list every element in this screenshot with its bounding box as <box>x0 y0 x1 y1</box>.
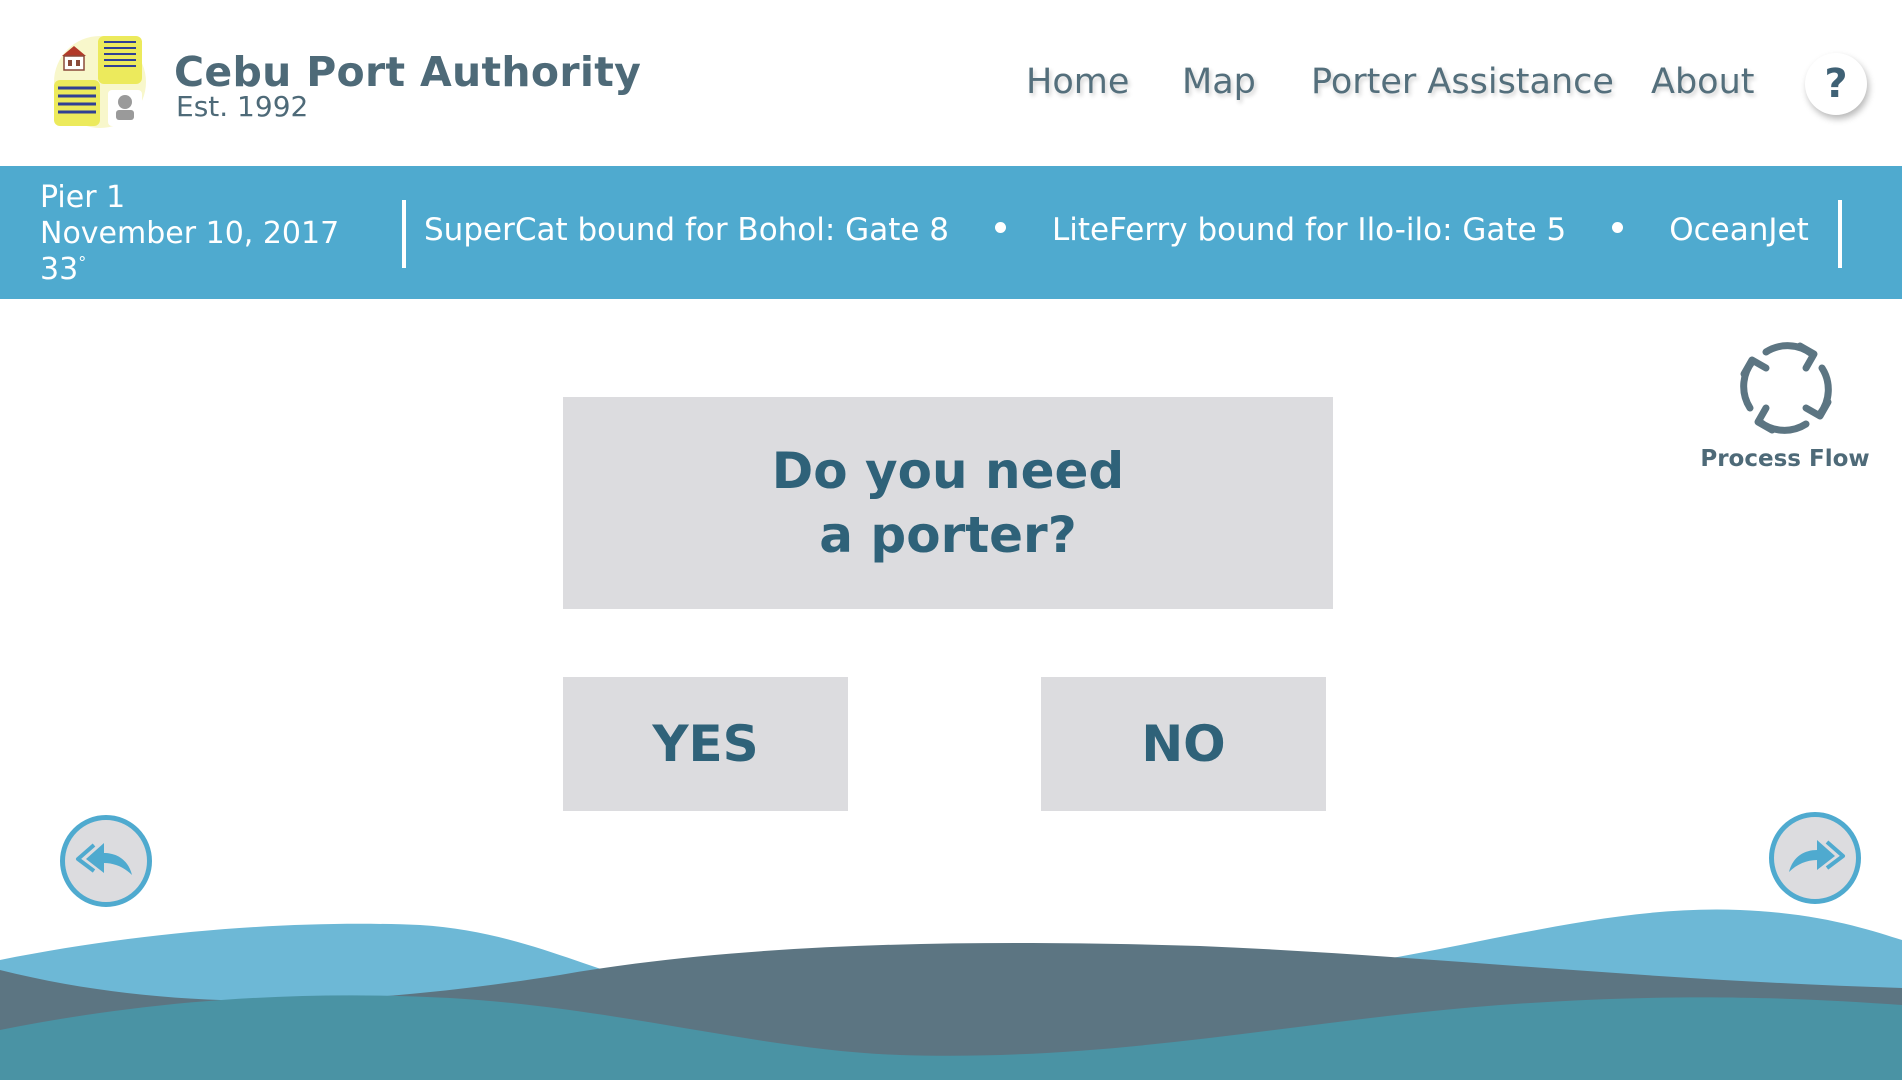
ticker-separator-dot <box>1612 222 1624 233</box>
no-button[interactable]: NO <box>1041 677 1326 811</box>
ticker-separator-dot <box>995 222 1007 233</box>
ticker-divider-left <box>402 200 406 268</box>
process-flow-label: Process Flow <box>1700 446 1870 472</box>
port-authority-logo[interactable] <box>50 32 150 132</box>
decorative-waves <box>0 909 1902 1080</box>
nav-map[interactable]: Map <box>1182 62 1256 102</box>
yes-button[interactable]: YES <box>563 677 848 811</box>
ticker-item: SuperCat bound for Bohol: Gate 8 <box>424 212 950 248</box>
info-bar: Pier 1 November 10, 2017 33° SuperCat bo… <box>0 166 1902 299</box>
question-text: Do you need a porter? <box>718 439 1178 567</box>
date-label: November 10, 2017 <box>40 216 340 251</box>
brand-subtitle: Est. 1992 <box>176 90 309 123</box>
degree-symbol: ° <box>78 253 87 272</box>
brand-title: Cebu Port Authority <box>174 48 642 96</box>
ticker-item: LiteFerry bound for Ilo-ilo: Gate 5 <box>1052 212 1567 248</box>
nav-about[interactable]: About <box>1651 62 1754 102</box>
ticker-item: OceanJet <box>1669 212 1809 248</box>
ticker-divider-right <box>1838 200 1842 268</box>
question-line-2: a porter? <box>819 506 1077 564</box>
process-flow-button[interactable]: Process Flow <box>1700 338 1870 478</box>
nav-porter-assistance[interactable]: Porter Assistance <box>1311 62 1614 102</box>
question-line-1: Do you need <box>771 442 1125 500</box>
pier-label: Pier 1 <box>40 180 126 215</box>
departure-ticker: SuperCat bound for Bohol: Gate 8 LiteFerr… <box>424 212 1824 248</box>
help-button[interactable]: ? <box>1805 53 1867 115</box>
question-mark-icon: ? <box>1824 61 1848 107</box>
cycle-arrows-icon <box>1740 342 1832 434</box>
temperature-value: 33 <box>40 252 79 287</box>
question-card: Do you need a porter? <box>563 397 1333 609</box>
temperature-label: 33° <box>40 252 86 287</box>
nav-home[interactable]: Home <box>1026 62 1129 102</box>
